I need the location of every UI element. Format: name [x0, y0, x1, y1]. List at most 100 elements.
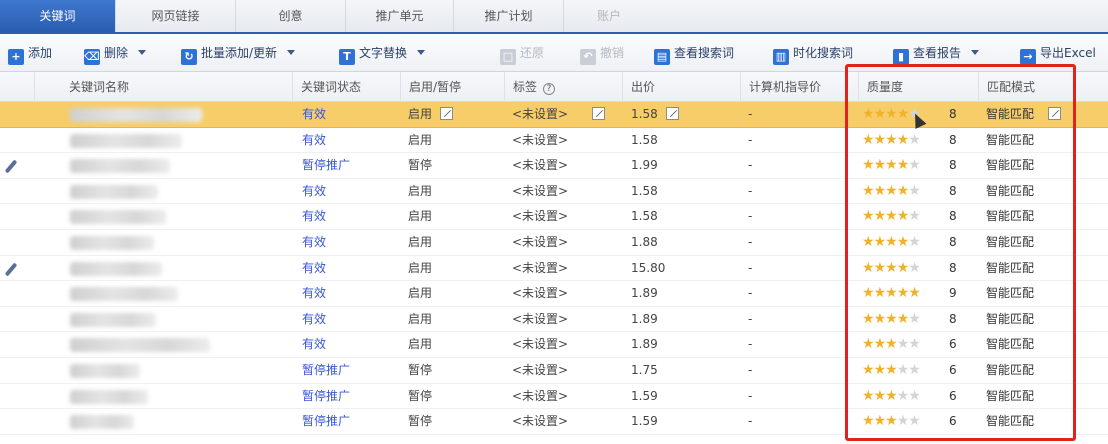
tag-cell[interactable]: <未设置>: [512, 307, 568, 332]
enable-state[interactable]: 启用: [408, 179, 432, 204]
table-row[interactable]: 有效 启用 <未设置> 1.58- ★★★★★ 8 智能匹配: [0, 102, 1108, 128]
table-row[interactable]: 有效 启用 <未设置> 15.80- ★★★★★ 8 智能匹配: [0, 256, 1108, 282]
enable-state[interactable]: 启用: [408, 307, 432, 332]
edit-pencil-icon[interactable]: [4, 159, 18, 174]
match-mode[interactable]: 智能匹配: [986, 332, 1034, 357]
match-mode[interactable]: 智能匹配: [986, 153, 1034, 178]
add-label: 添加: [28, 46, 53, 60]
delete-button[interactable]: ⌫ 删除: [84, 42, 147, 65]
bid-cell[interactable]: 15.80: [631, 256, 665, 281]
edit-icon[interactable]: [440, 107, 454, 120]
tab-ad-unit[interactable]: 推广单元: [346, 0, 454, 32]
table-row[interactable]: 有效 启用 <未设置> 1.88- ★★★★★ 8 智能匹配: [0, 230, 1108, 256]
match-mode[interactable]: 智能匹配: [986, 204, 1034, 229]
tag-cell[interactable]: <未设置>: [512, 256, 568, 281]
table-row[interactable]: 有效 启用 <未设置> 1.58- ★★★★★ 8 智能匹配: [0, 179, 1108, 205]
view-search-words-button[interactable]: ▤ 查看搜索词: [654, 42, 734, 65]
match-mode[interactable]: 智能匹配: [986, 384, 1034, 409]
tag-cell[interactable]: <未设置>: [512, 332, 568, 357]
header-quality[interactable]: 质量度: [858, 72, 978, 102]
header-pc-bid[interactable]: 计算机指导价: [740, 72, 858, 102]
match-mode[interactable]: 智能匹配: [986, 307, 1034, 332]
bid-cell[interactable]: 1.89: [631, 332, 658, 357]
header-keyword-status[interactable]: 关键词状态: [292, 72, 400, 102]
table-row[interactable]: 有效 启用 <未设置> 1.89- ★★★★★ 6 智能匹配: [0, 332, 1108, 358]
tag-cell[interactable]: <未设置>: [512, 409, 568, 434]
tab-creative[interactable]: 创意: [236, 0, 346, 32]
bid-cell[interactable]: 1.59: [631, 384, 658, 409]
bid-cell[interactable]: 1.75: [631, 358, 658, 383]
chevron-down-icon[interactable]: [287, 50, 296, 55]
bid-cell[interactable]: 1.89: [631, 281, 658, 306]
bid-cell[interactable]: 1.99: [631, 153, 658, 178]
tag-cell[interactable]: <未设置>: [512, 153, 568, 178]
edit-icon[interactable]: [592, 107, 606, 120]
match-mode[interactable]: 智能匹配: [986, 230, 1034, 255]
match-mode[interactable]: 智能匹配: [986, 281, 1034, 306]
header-enable-pause[interactable]: 启用/暂停: [400, 72, 504, 102]
match-mode[interactable]: 智能匹配: [986, 358, 1034, 383]
bid-cell[interactable]: 1.58: [631, 128, 658, 153]
table-row[interactable]: 有效 启用 <未设置> 1.89- ★★★★★ 8 智能匹配: [0, 307, 1108, 333]
add-button[interactable]: + 添加: [8, 42, 53, 65]
tag-cell[interactable]: <未设置>: [512, 230, 568, 255]
enable-state[interactable]: 启用: [408, 256, 432, 281]
table-row[interactable]: 暂停推广 暂停 <未设置> 1.59- ★★★★★ 6 智能匹配: [0, 384, 1108, 410]
edit-icon[interactable]: [1048, 107, 1062, 120]
text-replace-button[interactable]: T 文字替换: [339, 42, 426, 65]
tag-cell[interactable]: <未设置>: [512, 384, 568, 409]
match-mode[interactable]: 智能匹配: [986, 102, 1062, 127]
view-report-button[interactable]: ▮ 查看报告: [893, 42, 980, 65]
enable-state[interactable]: 启用: [408, 281, 432, 306]
enable-state[interactable]: 暂停: [408, 409, 432, 434]
table-row[interactable]: 有效 启用 <未设置> 1.89- ★★★★★ 9 智能匹配: [0, 281, 1108, 307]
enable-state[interactable]: 暂停: [408, 384, 432, 409]
tag-cell[interactable]: <未设置>: [512, 204, 568, 229]
tag-cell[interactable]: <未设置>: [512, 179, 568, 204]
chevron-down-icon[interactable]: [971, 50, 980, 55]
tab-campaign[interactable]: 推广计划: [454, 0, 564, 32]
tag-cell[interactable]: <未设置>: [512, 102, 606, 127]
table-row[interactable]: 暂停推广 暂停 <未设置> 1.75- ★★★★★ 6 智能匹配: [0, 358, 1108, 384]
header-bid[interactable]: 出价: [622, 72, 740, 102]
batch-add-button[interactable]: ↻ 批量添加/更新: [181, 42, 296, 65]
enable-state[interactable]: 启用: [408, 230, 432, 255]
chevron-down-icon[interactable]: [417, 50, 426, 55]
table-row[interactable]: 暂停推广 暂停 <未设置> 1.59- ★★★★★ 6 智能匹配: [0, 409, 1108, 435]
edit-icon[interactable]: [665, 107, 679, 120]
tag-cell[interactable]: <未设置>: [512, 128, 568, 153]
enable-state[interactable]: 启用: [408, 102, 454, 127]
enable-state[interactable]: 启用: [408, 332, 432, 357]
enable-state[interactable]: 启用: [408, 204, 432, 229]
table-row[interactable]: 有效 启用 <未设置> 1.58- ★★★★★ 8 智能匹配: [0, 204, 1108, 230]
header-match-mode[interactable]: 匹配模式: [978, 72, 1108, 102]
header-keyword-name[interactable]: 关键词名称: [34, 72, 292, 102]
edit-pencil-icon[interactable]: [4, 262, 18, 277]
realtime-search-words-button[interactable]: ▥ 时化搜索词: [773, 42, 853, 65]
table-row[interactable]: 暂停推广 暂停 <未设置> 1.99- ★★★★★ 8 智能匹配: [0, 153, 1108, 179]
bid-cell[interactable]: 1.88: [631, 230, 658, 255]
bid-cell[interactable]: 1.59: [631, 409, 658, 434]
chevron-down-icon[interactable]: [138, 50, 147, 55]
tag-cell[interactable]: <未设置>: [512, 358, 568, 383]
tag-cell[interactable]: <未设置>: [512, 281, 568, 306]
bid-cell[interactable]: 1.89: [631, 307, 658, 332]
undo-button[interactable]: ↶ 撤销: [580, 42, 624, 65]
restore-button[interactable]: □ 还原: [500, 42, 544, 65]
enable-state[interactable]: 启用: [408, 128, 432, 153]
bid-cell[interactable]: 1.58: [631, 204, 658, 229]
match-mode[interactable]: 智能匹配: [986, 409, 1034, 434]
table-row[interactable]: 有效 启用 <未设置> 1.58- ★★★★★ 8 智能匹配: [0, 128, 1108, 154]
match-mode[interactable]: 智能匹配: [986, 179, 1034, 204]
enable-state[interactable]: 暂停: [408, 358, 432, 383]
tab-web-links[interactable]: 网页链接: [116, 0, 236, 32]
match-mode[interactable]: 智能匹配: [986, 256, 1034, 281]
help-icon[interactable]: ?: [543, 83, 556, 95]
bid-cell[interactable]: 1.58: [631, 102, 679, 127]
export-excel-button[interactable]: → 导出Excel: [1020, 42, 1096, 65]
bid-cell[interactable]: 1.58: [631, 179, 658, 204]
header-tag[interactable]: 标签?: [504, 72, 622, 102]
match-mode[interactable]: 智能匹配: [986, 128, 1034, 153]
tab-keywords[interactable]: 关键词: [0, 0, 116, 32]
enable-state[interactable]: 暂停: [408, 153, 432, 178]
